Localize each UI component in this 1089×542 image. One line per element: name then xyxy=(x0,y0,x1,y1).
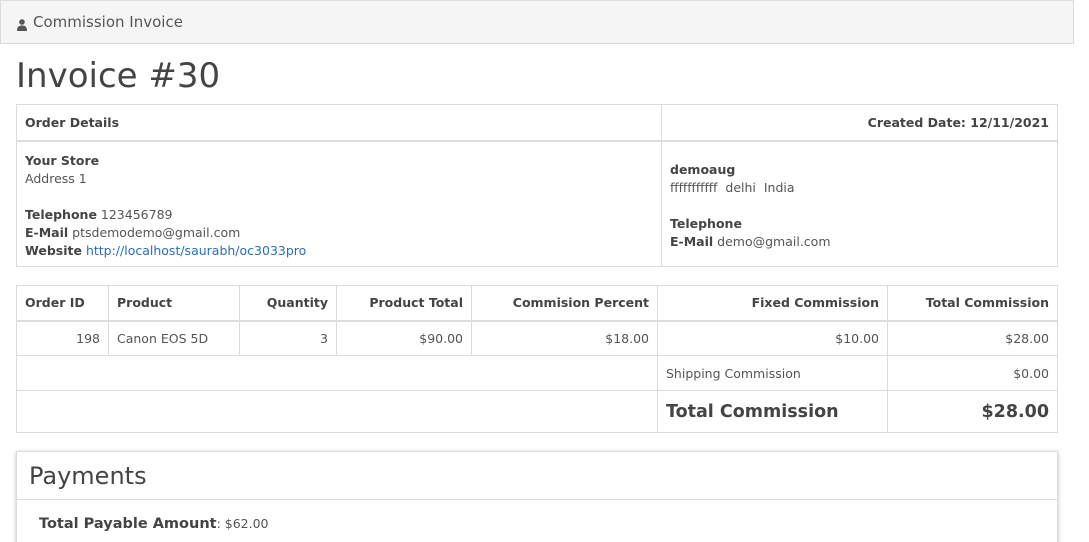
payments-title: Payments xyxy=(17,452,1057,500)
created-date: Created Date: 12/11/2021 xyxy=(661,104,1058,142)
total-spacer xyxy=(16,390,658,433)
store-name: Your Store xyxy=(25,152,100,168)
col-product-total: Product Total xyxy=(336,285,472,322)
col-total-commission: Total Commission xyxy=(887,285,1058,322)
payments-body: Total Payable Amount: $62.00 xyxy=(17,500,1057,542)
customer-name: demoaug xyxy=(670,161,736,177)
total-commission-label: Total Commission xyxy=(657,390,888,433)
col-product: Product xyxy=(108,285,240,322)
shipping-value: $0.00 xyxy=(887,355,1058,391)
customer-email: demo@gmail.com xyxy=(717,233,831,249)
order-details-table: Order Details Created Date: 12/11/2021 Y… xyxy=(16,104,1058,267)
table-row: 198 Canon EOS 5D 3 $90.00 $18.00 $10.00 … xyxy=(16,320,1058,356)
cell-commission-percent: $18.00 xyxy=(471,320,658,356)
col-commission-percent: Commision Percent xyxy=(471,285,658,322)
payable-label: Total Payable Amount xyxy=(39,516,217,532)
cell-product: Canon EOS 5D xyxy=(108,320,240,356)
shipping-label: Shipping Commission xyxy=(657,355,888,391)
cell-quantity: 3 xyxy=(239,320,337,356)
store-address: Address 1 xyxy=(25,170,87,186)
store-website-link[interactable]: http://localhost/saurabh/oc3033pro xyxy=(86,243,306,258)
store-email: ptsdemodemo@gmail.com xyxy=(72,224,241,240)
panel-header: Commission Invoice xyxy=(0,0,1074,44)
shipping-spacer xyxy=(16,355,658,391)
cell-fixed-commission: $10.00 xyxy=(657,320,888,356)
page: Commission Invoice Invoice #30 Order Det… xyxy=(0,0,1089,542)
customer-email-label: E-Mail xyxy=(670,233,714,249)
cell-total-commission: $28.00 xyxy=(887,320,1058,356)
cell-order-id: 198 xyxy=(16,320,109,356)
store-email-label: E-Mail xyxy=(25,224,69,240)
shipping-row: Shipping Commission $0.00 xyxy=(16,355,1058,391)
store-info: Your Store Address 1 Telephone 123456789… xyxy=(16,140,662,267)
col-order-id: Order ID xyxy=(16,285,109,322)
store-telephone: 123456789 xyxy=(100,206,173,222)
customer-info: demoaug fffffffffff delhi India Telephon… xyxy=(661,140,1058,267)
order-details-heading: Order Details xyxy=(16,104,662,142)
invoice-title: Invoice #30 xyxy=(16,56,221,96)
customer-telephone-label: Telephone xyxy=(670,215,742,231)
panel-title: Commission Invoice xyxy=(33,13,183,31)
total-commission-value: $28.00 xyxy=(887,390,1058,433)
cell-product-total: $90.00 xyxy=(336,320,472,356)
user-icon xyxy=(17,17,27,31)
payments-panel: Payments Total Payable Amount: $62.00 xyxy=(16,451,1058,542)
products-table: Order ID Product Quantity Product Total … xyxy=(16,285,1058,433)
store-website-label: Website xyxy=(25,242,82,258)
col-fixed-commission: Fixed Commission xyxy=(657,285,888,322)
payable-value: : $62.00 xyxy=(216,516,269,531)
total-row: Total Commission $28.00 xyxy=(16,390,1058,433)
col-quantity: Quantity xyxy=(239,285,337,322)
products-header-row: Order ID Product Quantity Product Total … xyxy=(16,285,1058,322)
store-telephone-label: Telephone xyxy=(25,206,97,222)
customer-address: fffffffffff delhi India xyxy=(670,179,795,195)
